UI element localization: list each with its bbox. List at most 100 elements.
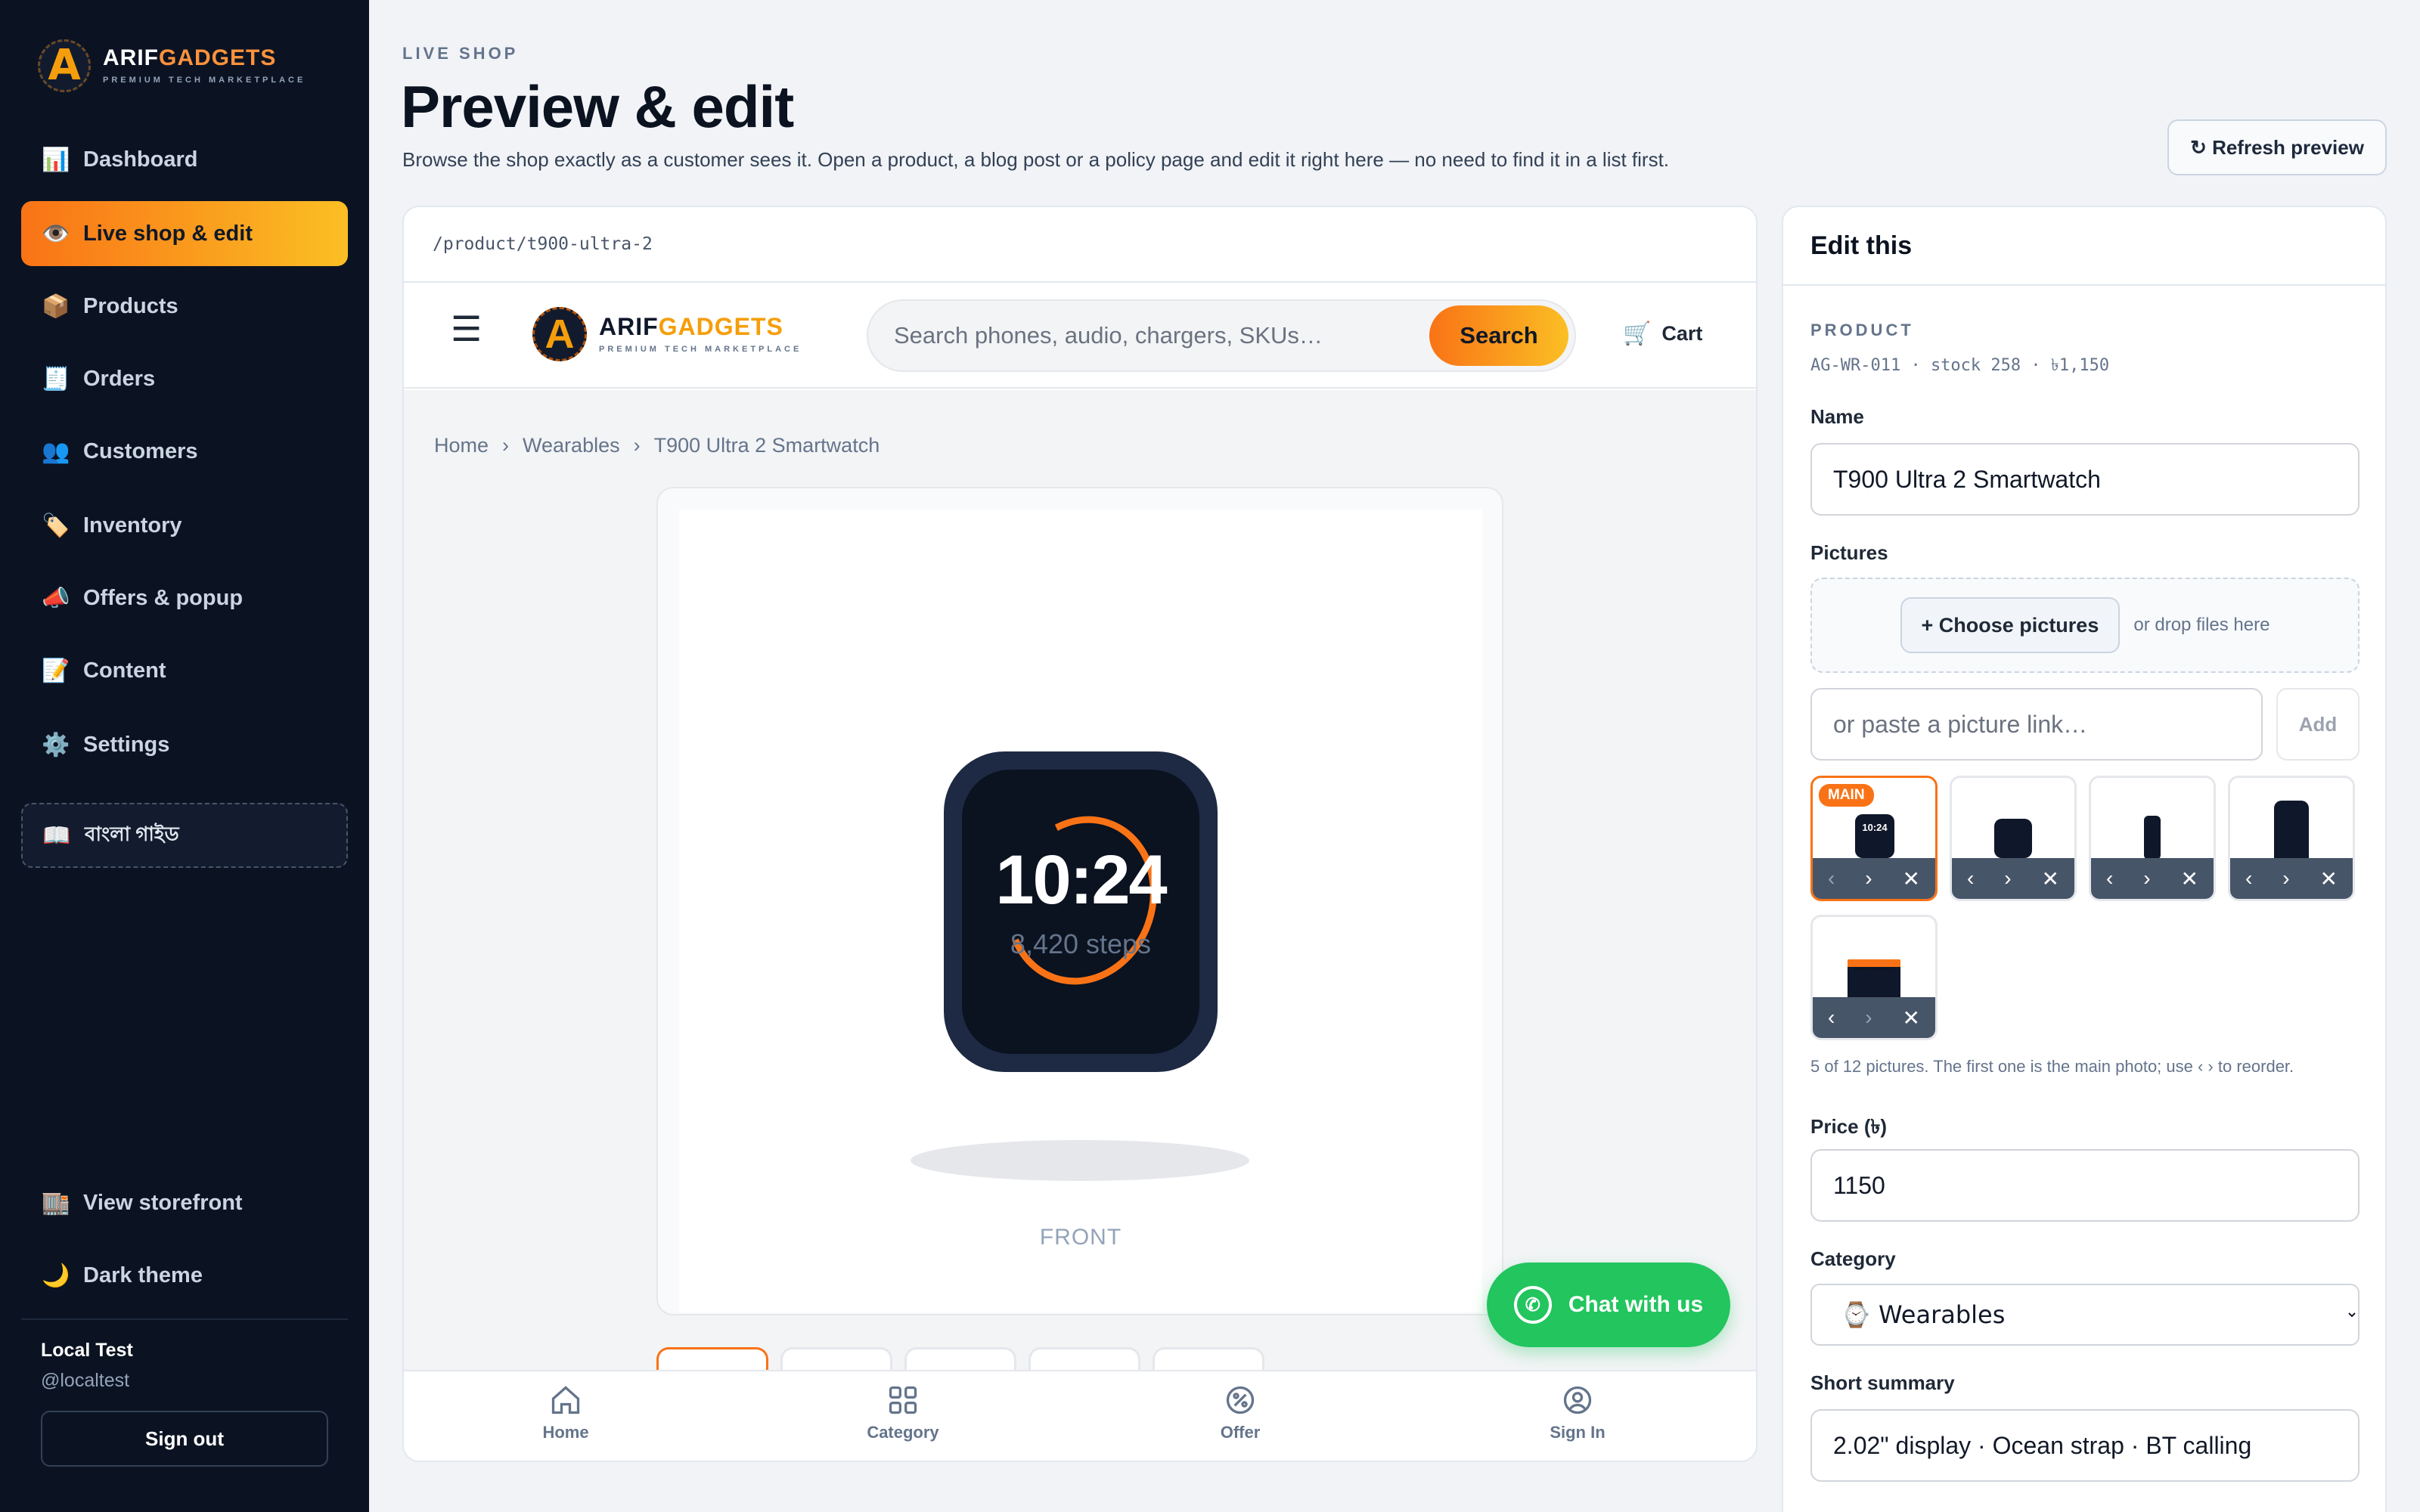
nav-products[interactable]: 📦 Products: [21, 274, 348, 339]
nav-settings[interactable]: ⚙️ Settings: [21, 712, 348, 777]
users-icon: 👥: [42, 438, 70, 464]
page-subtitle: Browse the shop exactly as a customer se…: [402, 148, 1670, 171]
gear-icon: ⚙️: [42, 732, 70, 758]
brand[interactable]: A ARIFGADGETS PREMIUM TECH MARKETPLACE: [38, 39, 306, 92]
memo-icon: 📝: [42, 658, 70, 683]
image-view-label: FRONT: [1039, 1225, 1122, 1250]
move-left-icon[interactable]: ‹: [1967, 866, 1974, 891]
dark-theme-toggle[interactable]: 🌙 Dark theme: [21, 1243, 348, 1308]
picture-tile[interactable]: ‹ › ✕: [2228, 776, 2355, 901]
edit-panel: Edit this PRODUCT AG-WR-011 · stock 258 …: [1782, 206, 2387, 1512]
bottom-nav-sign-in[interactable]: Sign In: [1502, 1383, 1653, 1442]
shop-search-button[interactable]: Search: [1429, 305, 1568, 366]
move-left-icon[interactable]: ‹: [2245, 866, 2252, 891]
category-label: Category: [1810, 1247, 1896, 1270]
sign-out-button[interactable]: Sign out: [41, 1411, 328, 1467]
picture-tile[interactable]: ARIF GADGETS ‹ › ✕: [1810, 915, 1938, 1040]
main-badge: MAIN: [1819, 784, 1874, 807]
chat-button[interactable]: ✆ Chat with us: [1487, 1263, 1730, 1347]
grid-icon: [889, 1386, 917, 1414]
move-right-icon[interactable]: ›: [2004, 866, 2011, 891]
name-field[interactable]: [1810, 443, 2360, 516]
shop-brand-name: ARIFGADGETS: [599, 313, 783, 340]
remove-icon[interactable]: ✕: [2042, 866, 2059, 891]
shop-logo-icon: A: [532, 307, 587, 361]
edit-panel-title: Edit this: [1783, 207, 2385, 286]
breadcrumb-home[interactable]: Home: [434, 434, 489, 457]
shop-header: ☰ A ARIFGADGETS PREMIUM TECH MARKETPLACE…: [404, 283, 1756, 389]
name-label: Name: [1810, 405, 1864, 428]
megaphone-icon: 📣: [42, 585, 70, 611]
remove-icon[interactable]: ✕: [2181, 866, 2198, 891]
move-right-icon: ›: [1865, 1005, 1872, 1029]
moon-icon: 🌙: [42, 1263, 70, 1288]
nav-inventory[interactable]: 🏷️ Inventory: [21, 493, 348, 558]
picture-dropzone[interactable]: + Choose pictures or drop files here: [1810, 578, 2360, 673]
picture-tile[interactable]: ‹ › ✕: [1950, 776, 2077, 901]
nav-bangla-guide[interactable]: 📖 বাংলা গাইড: [21, 803, 348, 868]
picture-link-input[interactable]: [1810, 688, 2263, 761]
remove-icon[interactable]: ✕: [2320, 866, 2338, 891]
nav-view-storefront[interactable]: 🏬 View storefront: [21, 1170, 348, 1235]
breadcrumb-current: T900 Ultra 2 Smartwatch: [653, 434, 880, 457]
brand-tagline: PREMIUM TECH MARKETPLACE: [103, 76, 306, 85]
shop-brand[interactable]: A ARIFGADGETS PREMIUM TECH MARKETPLACE: [532, 307, 802, 361]
home-icon: [551, 1386, 580, 1414]
add-picture-link-button[interactable]: Add: [2276, 688, 2360, 761]
user-name: Local Test: [41, 1340, 133, 1361]
bottom-nav-home[interactable]: Home: [490, 1383, 641, 1442]
remove-icon[interactable]: ✕: [1903, 866, 1920, 891]
pictures-label: Pictures: [1810, 541, 1888, 564]
eye-icon: 👁️: [42, 221, 70, 246]
preview-url: /product/t900-ultra-2: [404, 207, 1756, 283]
move-right-icon[interactable]: ›: [1865, 866, 1872, 891]
shop-preview: /product/t900-ultra-2 ☰ A ARIFGADGETS PR…: [402, 206, 1758, 1462]
drop-hint: or drop files here: [2133, 615, 2270, 635]
user-handle: @localtest: [41, 1370, 130, 1391]
nav-content[interactable]: 📝 Content: [21, 638, 348, 703]
bottom-nav: Home Category Offer Sign In: [404, 1370, 1756, 1461]
move-right-icon[interactable]: ›: [2143, 866, 2150, 891]
nav-orders[interactable]: 🧾 Orders: [21, 346, 348, 411]
brand-name: ARIFGADGETS: [103, 45, 277, 70]
summary-field[interactable]: [1810, 1409, 2360, 1482]
product-gallery: 10:24 8,420 steps FRONT: [656, 487, 1503, 1315]
category-select[interactable]: ⌚ Wearables: [1810, 1284, 2360, 1346]
refresh-preview-button[interactable]: ↻ Refresh preview: [2167, 119, 2387, 175]
nav-offers[interactable]: 📣 Offers & popup: [21, 565, 348, 631]
choose-pictures-button[interactable]: + Choose pictures: [1900, 597, 2121, 653]
user-circle-icon: [1563, 1386, 1592, 1414]
shop-search-input[interactable]: [868, 322, 1429, 349]
logo-icon: A: [38, 39, 91, 92]
menu-icon[interactable]: ☰: [451, 311, 482, 346]
nav-customers[interactable]: 👥 Customers: [21, 419, 348, 484]
nav-dashboard[interactable]: 📊 Dashboard: [21, 127, 348, 192]
picture-tile[interactable]: ‹ › ✕: [2089, 776, 2216, 901]
chart-icon: 📊: [42, 147, 70, 172]
move-left-icon[interactable]: ‹: [1828, 1005, 1835, 1030]
page-title: Preview & edit: [401, 73, 794, 140]
bottom-nav-offer[interactable]: Offer: [1165, 1383, 1316, 1442]
book-icon: 📖: [42, 823, 71, 848]
pictures-note: 5 of 12 pictures. The first one is the m…: [1810, 1057, 2294, 1076]
move-right-icon[interactable]: ›: [2282, 866, 2289, 891]
edit-kind: PRODUCT: [1810, 321, 1914, 339]
watch-steps: 8,420 steps: [1010, 928, 1152, 959]
whatsapp-icon: ✆: [1513, 1286, 1552, 1324]
picture-tile[interactable]: MAIN 10:24 ‹ › ✕: [1810, 776, 1938, 901]
nav-live-shop[interactable]: 👁️ Live shop & edit: [21, 201, 348, 266]
cart-link[interactable]: 🛒 Cart: [1623, 321, 1702, 347]
move-left-icon: ‹: [1827, 866, 1835, 890]
bottom-nav-category[interactable]: Category: [827, 1383, 979, 1442]
edit-meta: AG-WR-011 · stock 258 · ৳1,150: [1810, 356, 2110, 375]
page-eyebrow: LIVE SHOP: [402, 44, 519, 63]
remove-icon[interactable]: ✕: [1903, 1005, 1920, 1030]
product-main-image[interactable]: 10:24 8,420 steps FRONT: [679, 510, 1482, 1312]
receipt-icon: 🧾: [42, 366, 70, 392]
breadcrumb: Home › Wearables › T900 Ultra 2 Smartwat…: [434, 434, 880, 457]
price-field[interactable]: [1810, 1149, 2360, 1222]
price-label: Price (৳): [1810, 1115, 1888, 1138]
breadcrumb-wearables[interactable]: Wearables: [523, 434, 620, 457]
move-left-icon[interactable]: ‹: [2106, 866, 2113, 891]
tag-icon: 🏷️: [42, 513, 70, 538]
